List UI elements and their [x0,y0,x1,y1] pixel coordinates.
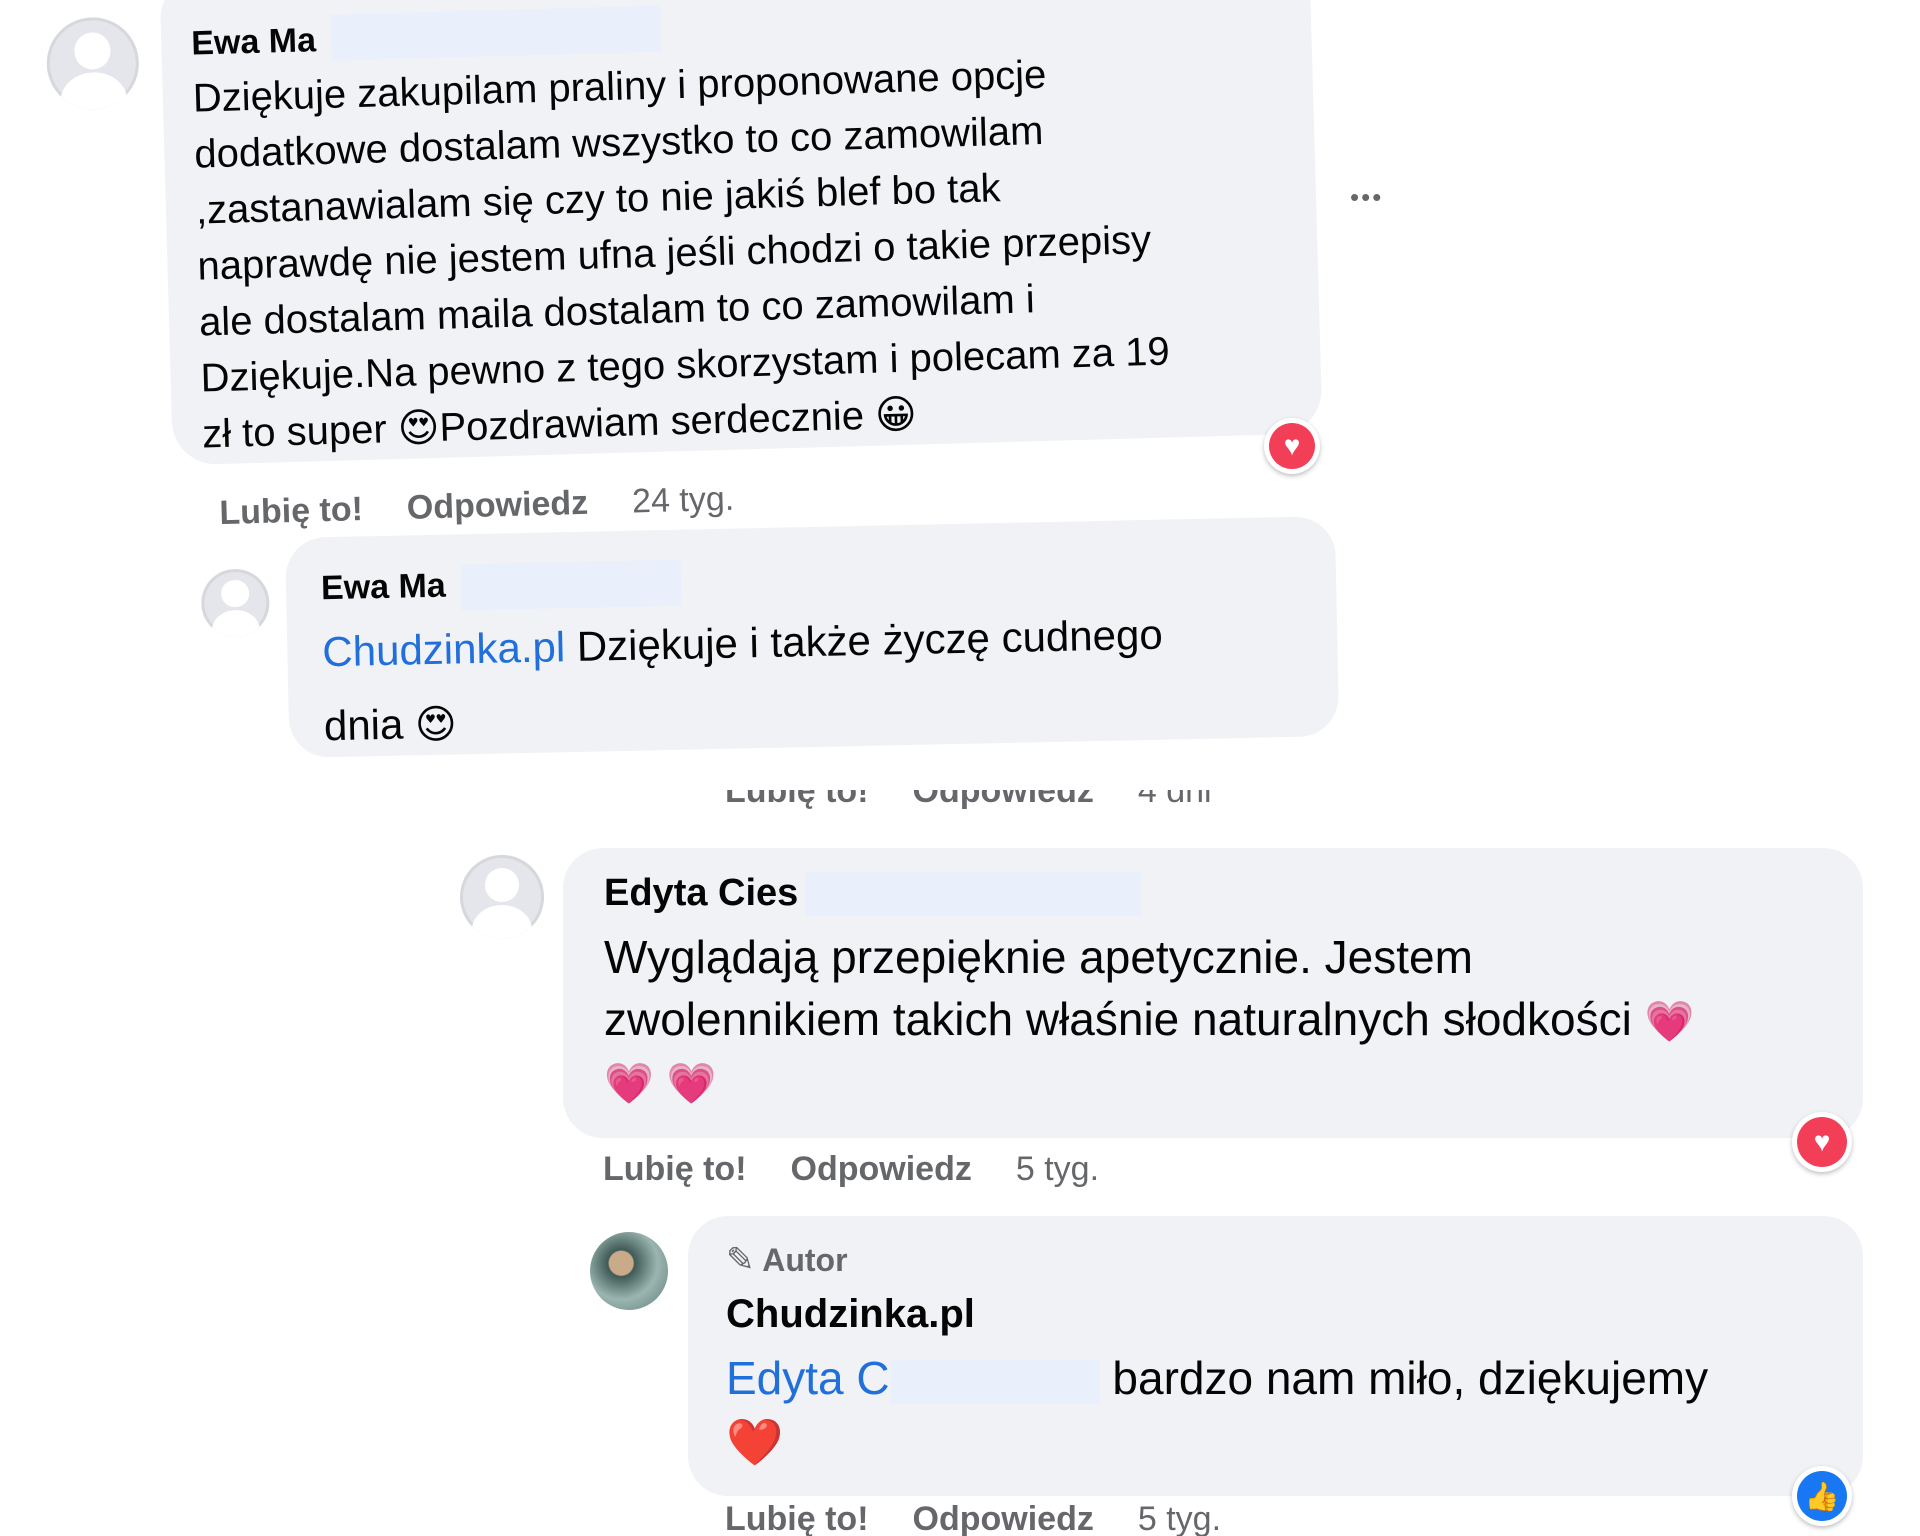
reply-1: Ewa Ma Chudzinka.pl Dziękuje i także życ… [190,515,1375,770]
heart-eyes-emoji: 😍 [397,405,441,452]
comment-line: 💗 💗 [604,1050,1854,1112]
comment-actions: Lubię to! Odpowiedz 24 tyg. [219,478,779,533]
timestamp[interactable]: 5 tyg. [1138,1500,1221,1536]
heart-reaction-icon: ♥ [1797,1117,1847,1167]
comment-text: Dziękuje zakupilam praliny i proponowane… [192,39,1323,462]
sparkling-heart-emoji: 💗 [604,1062,654,1106]
thumbs-up-reaction-icon: 👍 [1797,1471,1847,1521]
sparkling-heart-emoji: 💗 [1644,1000,1695,1044]
like-link[interactable]: Lubię to! [219,490,364,532]
like-link[interactable]: Lubię to! [603,1150,747,1188]
reply-text: Chudzinka.pl Dziękuje i także życzę cudn… [321,610,1164,750]
like-link[interactable]: Lubię to! [725,1500,869,1536]
clipped-actions: Lubię to! Odpowiedz 4 dni [725,790,1325,820]
redacted-name [806,872,1142,916]
comment-author[interactable]: Edyta Cies [604,872,798,915]
author-avatar[interactable] [590,1232,668,1310]
mention-link[interactable]: Edyta C [726,1352,890,1404]
redacted-name [330,5,662,61]
avatar[interactable] [460,855,544,939]
like-link[interactable]: Lubię to! [725,790,869,810]
reply-text: Edyta C bardzo nam miło, dziękujemy ❤️ [726,1352,1709,1468]
reaction-badge[interactable]: ♥ [1792,1112,1852,1172]
mention-link[interactable]: Chudzinka.pl [322,623,566,675]
reply-link[interactable]: Odpowiedz [913,790,1094,810]
timestamp[interactable]: 5 tyg. [1016,1150,1099,1188]
reply-author[interactable]: Ewa Ma [321,567,447,609]
sparkling-heart-emoji: 💗 [666,1062,717,1106]
pencil-icon: ✎ [726,1241,755,1279]
reaction-badge[interactable]: ♥ [1264,418,1320,474]
reply-link[interactable]: Odpowiedz [406,484,588,527]
timestamp[interactable]: 4 dni [1138,790,1212,810]
heart-eyes-emoji: 😍 [414,702,458,748]
author-badge: ✎ Autor [726,1241,848,1279]
more-options-icon[interactable]: ••• [1350,182,1383,213]
reply-link[interactable]: Odpowiedz [913,1500,1094,1536]
comment-line: zwolennikiem takich właśnie naturalnych … [604,993,1695,1045]
avatar[interactable] [200,568,271,638]
grin-emoji: 😀 [874,392,918,438]
clipped-actions: Lubię to! Odpowiedz 5 tyg. [725,1500,1425,1536]
redacted-name [460,559,682,611]
redacted-name [889,1359,1100,1404]
reply-author[interactable]: Chudzinka.pl [726,1292,975,1337]
red-heart-emoji: ❤️ [726,1416,784,1468]
reaction-badge[interactable]: 👍 [1792,1466,1852,1526]
comment-text: Wyglądają przepięknie apetycznie. Jestem… [604,926,1854,1112]
reply-link[interactable]: Odpowiedz [791,1150,972,1188]
heart-reaction-icon: ♥ [1269,423,1315,469]
avatar[interactable] [45,16,141,111]
comment-author[interactable]: Ewa Ma [191,21,317,63]
comment-1: Ewa Ma Dziękuje zakupilam praliny i prop… [0,0,1435,560]
comment-actions: Lubię to! Odpowiedz 5 tyg. [603,1150,1143,1189]
comment-line: Wyglądają przepięknie apetycznie. Jestem [604,931,1473,983]
timestamp[interactable]: 24 tyg. [632,480,735,521]
